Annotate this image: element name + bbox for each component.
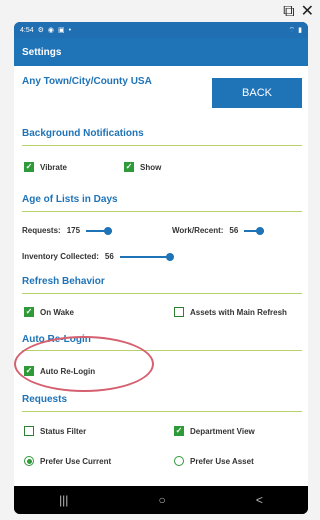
work-recent-slider[interactable] [244, 226, 265, 235]
department-view-label: Department View [190, 426, 255, 436]
prefer-use-asset-label: Prefer Use Asset [190, 456, 254, 466]
department-view-checkbox[interactable] [174, 426, 184, 436]
settings-content: Any Town/City/County USA BACK Background… [14, 66, 308, 486]
notification-icon: ▣ [58, 27, 65, 34]
work-recent-value: 56 [229, 226, 239, 235]
location-label: Any Town/City/County USA [22, 76, 152, 87]
back-icon[interactable]: < [256, 493, 263, 507]
prefer-use-current-label: Prefer Use Current [40, 456, 112, 466]
close-icon[interactable]: ✕ [301, 3, 314, 21]
vibrate-label: Vibrate [40, 162, 67, 172]
notification-icon: • [68, 26, 72, 34]
divider [22, 211, 302, 212]
recents-icon[interactable]: ||| [59, 493, 68, 507]
back-button[interactable]: BACK [212, 78, 302, 108]
slider-knob[interactable] [256, 226, 265, 235]
assets-main-refresh-option[interactable]: Assets with Main Refresh [174, 307, 287, 317]
vibrate-checkbox[interactable] [24, 162, 34, 172]
section-title-refresh: Refresh Behavior [22, 276, 105, 287]
section-title-background: Background Notifications [22, 128, 144, 139]
inventory-slider[interactable] [119, 252, 174, 261]
status-bar: 4:54 ⚙ ◉ ▣ • ⌔ ▮ [14, 22, 308, 38]
divider [22, 411, 302, 412]
show-checkbox[interactable] [124, 162, 134, 172]
inventory-value: 56 [104, 252, 114, 261]
requests-slider[interactable] [86, 226, 113, 235]
slider-knob[interactable] [104, 226, 113, 235]
inventory-age-setting[interactable]: Inventory Collected: 56 [22, 252, 174, 261]
requests-value: 175 [66, 226, 81, 235]
on-wake-option[interactable]: On Wake [24, 307, 74, 317]
department-view-option[interactable]: Department View [174, 426, 255, 436]
status-filter-option[interactable]: Status Filter [24, 426, 86, 436]
divider [22, 293, 302, 294]
status-filter-checkbox[interactable] [24, 426, 34, 436]
show-label: Show [140, 162, 162, 172]
section-title-requests: Requests [22, 394, 68, 405]
window-frame: ⧉ ✕ 4:54 ⚙ ◉ ▣ • ⌔ ▮ Settings Any Town/C… [0, 0, 320, 520]
on-wake-checkbox[interactable] [24, 307, 34, 317]
app-bar: Settings [14, 38, 308, 66]
window-controls: ⧉ ✕ [283, 3, 314, 21]
section-title-age: Age of Lists in Days [22, 194, 118, 205]
assets-main-refresh-label: Assets with Main Refresh [190, 307, 287, 317]
prefer-use-current-option[interactable]: Prefer Use Current [24, 456, 111, 466]
requests-age-setting[interactable]: Requests: 175 [22, 226, 113, 235]
requests-label: Requests: [22, 226, 61, 235]
system-nav-bar: ||| ○ < [14, 486, 308, 514]
divider [22, 145, 302, 146]
prefer-use-current-radio[interactable] [24, 456, 34, 466]
inventory-label: Inventory Collected: [22, 252, 99, 261]
battery-icon: ▮ [298, 27, 302, 34]
prefer-use-asset-option[interactable]: Prefer Use Asset [174, 456, 254, 466]
page-title: Settings [22, 46, 62, 58]
vibrate-option[interactable]: Vibrate [24, 162, 67, 172]
popout-icon[interactable]: ⧉ [283, 3, 294, 21]
notification-icon: ◉ [47, 27, 55, 34]
home-icon[interactable]: ○ [159, 493, 166, 507]
annotation-highlight [14, 336, 154, 392]
status-filter-label: Status Filter [40, 426, 87, 436]
prefer-use-asset-radio[interactable] [174, 456, 184, 466]
assets-main-refresh-checkbox[interactable] [174, 307, 184, 317]
notification-icon: ⚙ [37, 27, 44, 34]
show-option[interactable]: Show [124, 162, 161, 172]
status-time: 4:54 [20, 26, 34, 34]
work-recent-label: Work/Recent: [172, 226, 224, 235]
slider-knob[interactable] [165, 252, 174, 261]
on-wake-label: On Wake [40, 307, 74, 317]
device-screen: 4:54 ⚙ ◉ ▣ • ⌔ ▮ Settings Any Town/City/… [14, 22, 308, 514]
wifi-icon: ⌔ [288, 26, 296, 34]
work-recent-age-setting[interactable]: Work/Recent: 56 [172, 226, 265, 235]
